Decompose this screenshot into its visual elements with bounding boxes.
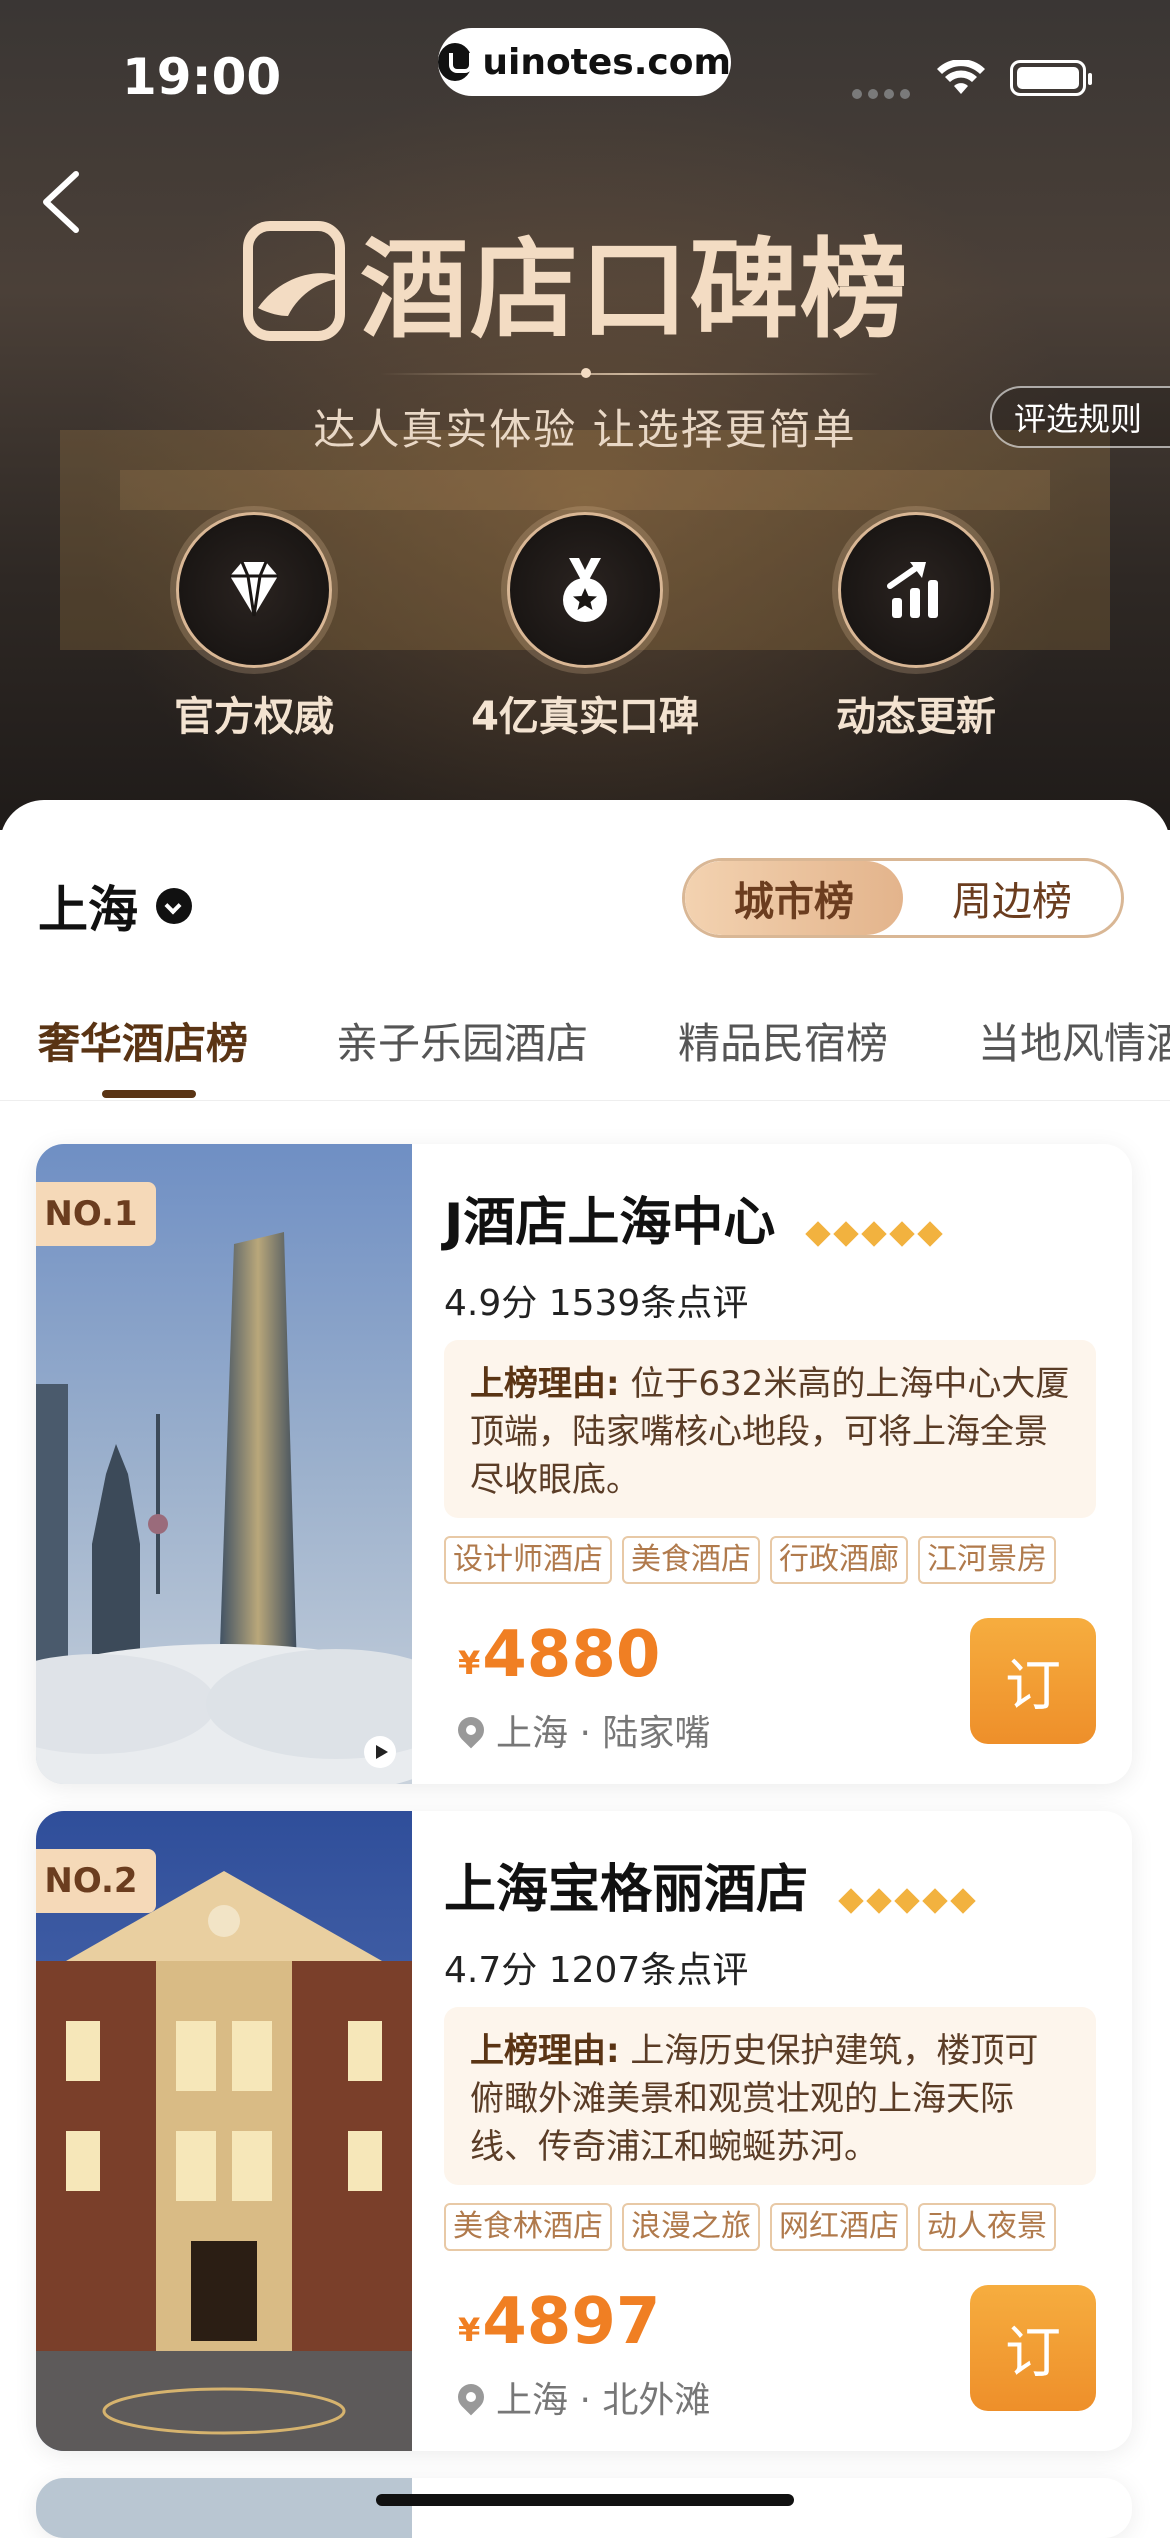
tab-family[interactable]: 亲子乐园酒店 <box>336 1010 588 1071</box>
status-bar: 19:00 uinotes.com <box>0 0 1170 140</box>
tab-local[interactable]: 当地风情酒店 <box>978 1010 1170 1071</box>
page-title: 酒店口碑榜 <box>240 206 940 356</box>
rules-button[interactable]: 评选规则 <box>990 386 1170 448</box>
signal-icon <box>852 84 916 103</box>
hotel-tags: 设计师酒店 美食酒店 行政酒廊 江河景房 <box>444 1536 1066 1584</box>
hotel-photo[interactable] <box>36 2478 412 2538</box>
battery-icon <box>1010 60 1092 96</box>
tab-boutique[interactable]: 精品民宿榜 <box>678 1010 888 1071</box>
hotel-price: ¥4880 <box>458 1618 660 1692</box>
hotel-logo-icon <box>243 221 345 341</box>
diamond-icon <box>230 561 278 617</box>
city-selector[interactable]: 上海 <box>38 870 192 942</box>
hotel-tag: 浪漫之旅 <box>622 2203 760 2251</box>
chevron-down-icon <box>156 888 192 924</box>
reason-label: 上榜理由: <box>470 1364 620 1404</box>
ranking-panel: 上海 城市榜 周边榜 奢华酒店榜 亲子乐园酒店 精品民宿榜 当地风情酒店 <box>0 800 1170 2538</box>
hotel-tag: 江河景房 <box>918 1536 1056 1584</box>
hotel-tag: 行政酒廊 <box>770 1536 908 1584</box>
badge-updates: 动态更新 <box>786 512 1046 742</box>
hotel-name-text: 上海宝格丽酒店 <box>444 1860 809 1920</box>
diamond-rating-icon <box>838 1863 982 1923</box>
location-pin-icon <box>452 2378 490 2416</box>
switch-city-rank[interactable]: 城市榜 <box>685 861 903 935</box>
hotel-tag: 设计师酒店 <box>444 1536 612 1584</box>
category-tabs: 奢华酒店榜 亲子乐园酒店 精品民宿榜 当地风情酒店 <box>0 1000 1170 1101</box>
hotel-tag: 美食林酒店 <box>444 2203 612 2251</box>
currency-symbol: ¥ <box>458 2311 481 2349</box>
hotel-card-partial[interactable] <box>36 2478 1132 2538</box>
hotel-reason: 上榜理由: 位于632米高的上海中心大厦顶端，陆家嘴核心地段，可将上海全景尽收眼… <box>444 1340 1096 1518</box>
location-text: 上海 · 北外滩 <box>496 2380 711 2421</box>
rank-badge: NO.2 <box>36 1849 156 1913</box>
medal-icon <box>563 558 607 622</box>
divider-dot <box>581 368 591 378</box>
hotel-score: 4.9分 1539条点评 <box>444 1283 749 1324</box>
scope-switch[interactable]: 城市榜 周边榜 <box>682 858 1124 938</box>
back-arrow-icon[interactable] <box>36 166 96 238</box>
wifi-icon <box>937 60 985 94</box>
tab-indicator <box>102 1090 196 1098</box>
badge-official: 官方权威 <box>124 512 384 742</box>
switch-nearby-rank[interactable]: 周边榜 <box>903 861 1121 935</box>
currency-symbol: ¥ <box>458 1644 481 1682</box>
price-value: 4897 <box>482 2285 661 2359</box>
location-pin-icon <box>452 1711 490 1749</box>
diamond-rating-icon <box>805 1196 949 1256</box>
book-button[interactable]: 订 <box>970 2285 1096 2411</box>
home-indicator <box>376 2494 794 2506</box>
badge-label: 动态更新 <box>836 694 996 740</box>
badge-label: 官方权威 <box>174 694 334 740</box>
hotel-tag: 动人夜景 <box>918 2203 1056 2251</box>
url-text: uinotes.com <box>482 41 731 83</box>
book-button[interactable]: 订 <box>970 1618 1096 1744</box>
price-value: 4880 <box>482 1618 661 1692</box>
hotel-tag: 网红酒店 <box>770 2203 908 2251</box>
hotel-location: 上海 · 北外滩 <box>452 2371 711 2423</box>
title-divider <box>380 373 880 375</box>
page-title-text: 酒店口碑榜 <box>360 228 911 353</box>
hotel-card[interactable]: NO.1 J酒店上海中心 4.9分 1539条点评 上榜理由: 位于632米高的… <box>36 1144 1132 1784</box>
hotel-location: 上海 · 陆家嘴 <box>452 1704 711 1756</box>
hotel-tag: 美食酒店 <box>622 1536 760 1584</box>
tab-luxury[interactable]: 奢华酒店榜 <box>38 1010 248 1071</box>
city-name: 上海 <box>38 881 138 939</box>
hotel-reason: 上榜理由: 上海历史保护建筑，楼顶可俯瞰外滩美景和观赏壮观的上海天际线、传奇浦江… <box>444 2007 1096 2185</box>
site-logo-icon <box>438 43 474 81</box>
rising-chart-icon <box>887 562 938 618</box>
reason-label: 上榜理由: <box>470 2031 620 2071</box>
hotel-name-text: J酒店上海中心 <box>444 1193 776 1253</box>
url-pill[interactable]: uinotes.com <box>438 28 731 96</box>
rank-badge: NO.1 <box>36 1182 156 1246</box>
hotel-price: ¥4897 <box>458 2285 660 2359</box>
hotel-name: J酒店上海中心 <box>444 1180 949 1256</box>
hotel-name: 上海宝格丽酒店 <box>444 1847 982 1923</box>
play-icon[interactable] <box>364 1736 396 1768</box>
location-text: 上海 · 陆家嘴 <box>496 1713 711 1754</box>
badge-label: 4亿真实口碑 <box>471 694 699 740</box>
badge-reviews: 4亿真实口碑 <box>455 512 715 742</box>
hotel-score: 4.7分 1207条点评 <box>444 1950 749 1991</box>
status-time: 19:00 <box>122 48 282 106</box>
hotel-tags: 美食林酒店 浪漫之旅 网红酒店 动人夜景 <box>444 2203 1066 2251</box>
hotel-card[interactable]: NO.2 上海宝格丽酒店 4.7分 1207条点评 上榜理由: 上海历史保护建筑… <box>36 1811 1132 2451</box>
